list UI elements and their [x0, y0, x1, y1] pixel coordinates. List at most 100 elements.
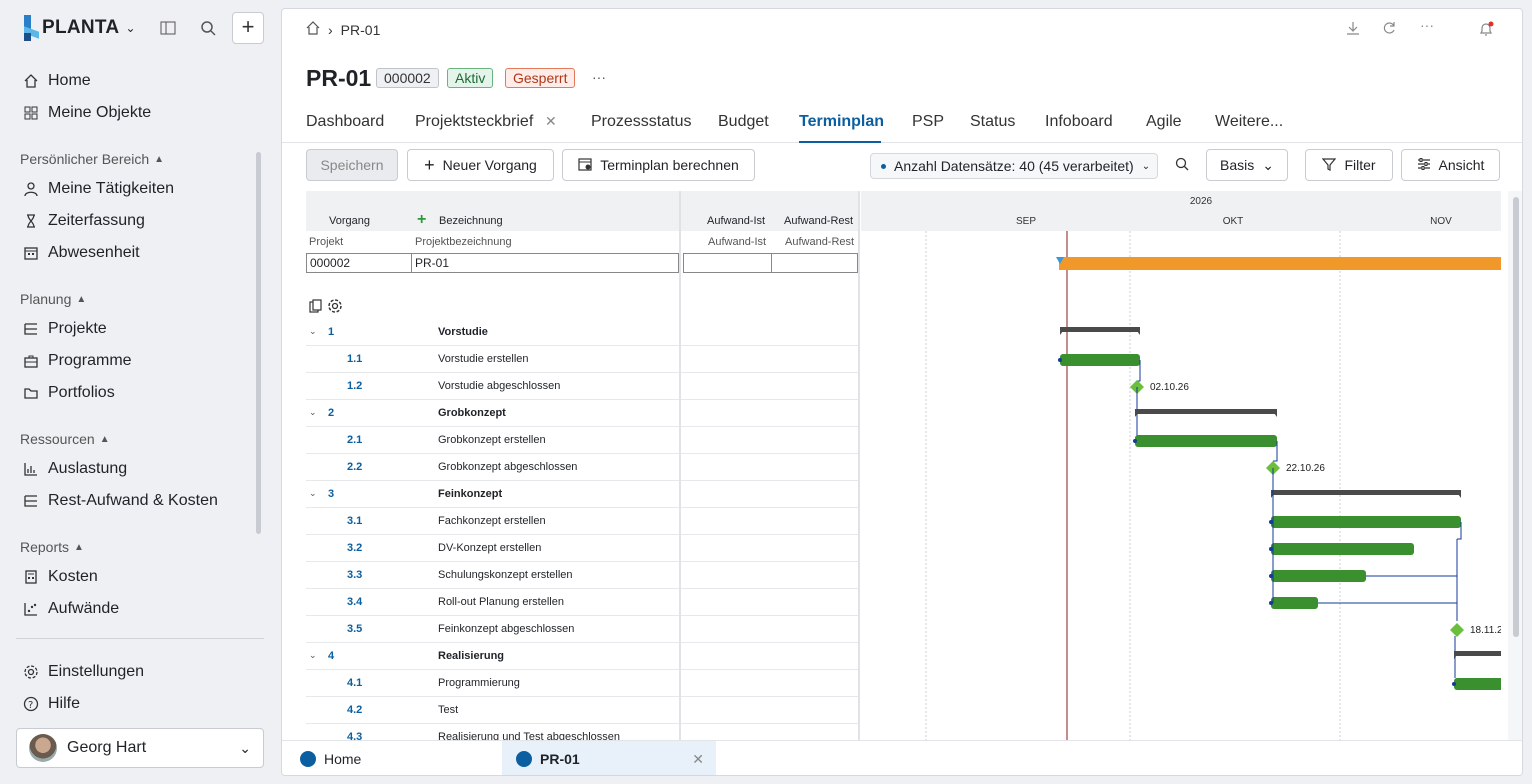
save-button[interactable]: Speichern — [306, 149, 398, 181]
task-description: Grobkonzept — [438, 407, 506, 419]
table-row[interactable]: 3.4 Roll-out Planung erstellen — [306, 589, 859, 616]
table-row[interactable]: 3.1 Fachkonzept erstellen — [306, 508, 859, 535]
table-row[interactable]: 3.2 DV-Konzept erstellen — [306, 535, 859, 562]
gear-icon — [22, 663, 40, 681]
col-aufwand-ist[interactable]: Aufwand-Ist — [707, 215, 765, 227]
tab-weitere[interactable]: Weitere... — [1215, 113, 1283, 131]
aufwand-rest-field[interactable] — [771, 253, 858, 273]
chevron-down-icon[interactable]: ⌄ — [309, 488, 317, 499]
tab-budget[interactable]: Budget — [718, 113, 769, 131]
nav-projekte[interactable]: Projekte — [22, 317, 107, 341]
tab-status[interactable]: Status — [970, 113, 1015, 131]
column-splitter[interactable] — [858, 191, 860, 741]
col-vorgang[interactable]: Vorgang — [329, 215, 370, 227]
close-icon[interactable]: ✕ — [692, 751, 704, 768]
task-description: Vorstudie — [438, 326, 488, 338]
planta-logo[interactable]: PLANTA ⌄ — [22, 14, 136, 42]
col-aufwand-rest[interactable]: Aufwand-Rest — [784, 215, 853, 227]
nav-zeiterfassung[interactable]: Zeiterfassung — [22, 209, 145, 233]
bottom-tab-pr01[interactable]: PR-01 ✕ — [502, 741, 716, 775]
project-name-field[interactable]: PR-01 — [411, 253, 679, 273]
tab-terminplan[interactable]: Terminplan — [799, 113, 884, 131]
sidebar-toggle-icon[interactable] — [158, 18, 178, 38]
column-splitter[interactable] — [679, 191, 681, 741]
refresh-icon[interactable] — [1382, 21, 1396, 38]
table-row[interactable]: ⌄ 3 Feinkonzept — [306, 481, 859, 508]
chevron-down-icon[interactable]: ⌄ — [309, 407, 317, 418]
tab-psp[interactable]: PSP — [912, 113, 944, 131]
col-bezeichnung[interactable]: Bezeichnung — [439, 215, 503, 227]
view-button[interactable]: Ansicht — [1401, 149, 1500, 181]
table-row[interactable]: 1.1 Vorstudie erstellen — [306, 346, 859, 373]
nav-rest-aufwand[interactable]: Rest-Aufwand & Kosten — [22, 489, 218, 513]
tab-infoboard[interactable]: Infoboard — [1045, 113, 1113, 131]
tab-dashboard[interactable]: Dashboard — [306, 113, 384, 131]
task-number: 4.2 — [347, 704, 363, 716]
filter-button[interactable]: Filter — [1305, 149, 1393, 181]
nav-meine-objekte[interactable]: Meine Objekte — [22, 101, 151, 125]
chevron-up-icon: ▲ — [99, 433, 110, 445]
new-task-button[interactable]: + Neuer Vorgang — [407, 149, 554, 181]
avatar — [29, 734, 57, 762]
table-row[interactable]: ⌄ 2 Grobkonzept — [306, 400, 859, 427]
more-icon[interactable]: ··· — [1420, 17, 1434, 33]
chevron-down-icon[interactable]: ⌄ — [309, 326, 317, 337]
table-row[interactable]: 3.5 Feinkonzept abgeschlossen — [306, 616, 859, 643]
grid-scrollbar[interactable] — [1508, 191, 1522, 741]
close-icon[interactable]: ✕ — [545, 113, 557, 130]
table-row[interactable]: 2.2 Grobkonzept abgeschlossen — [306, 454, 859, 481]
table-row[interactable]: ⌄ 4 Realisierung — [306, 643, 859, 670]
nav-portfolios[interactable]: Portfolios — [22, 381, 115, 405]
nav-home[interactable]: Home — [22, 69, 91, 93]
nav-aufwaende[interactable]: Aufwände — [22, 597, 119, 621]
table-row[interactable]: 4.1 Programmierung — [306, 670, 859, 697]
tab-agile[interactable]: Agile — [1146, 113, 1182, 131]
table-row[interactable]: 4.2 Test — [306, 697, 859, 724]
table-row[interactable]: 4.3 Realisierung und Test abgeschlossen — [306, 724, 859, 741]
task-description: Vorstudie abgeschlossen — [438, 380, 561, 392]
download-icon[interactable] — [1346, 21, 1360, 38]
add-row-icon[interactable]: + — [417, 211, 426, 229]
project-tab-icon — [516, 751, 532, 767]
table-row[interactable]: 2.1 Grobkonzept erstellen — [306, 427, 859, 454]
nav-abwesenheit[interactable]: Abwesenheit — [22, 241, 140, 265]
tab-projektsteckbrief[interactable]: Projektsteckbrief — [415, 113, 533, 131]
nav-meine-taetigkeiten[interactable]: Meine Tätigkeiten — [22, 177, 174, 201]
nav-kosten[interactable]: Kosten — [22, 565, 98, 589]
add-button[interactable]: + — [232, 12, 264, 44]
section-planung[interactable]: Planung ▲ — [20, 291, 86, 307]
home-icon[interactable] — [306, 21, 320, 38]
chevron-down-icon[interactable]: ⌄ — [309, 650, 317, 661]
section-persoenlicher-bereich[interactable]: Persönlicher Bereich ▲ — [20, 151, 164, 167]
calculate-schedule-button[interactable]: Terminplan berechnen — [562, 149, 755, 181]
section-reports[interactable]: Reports ▲ — [20, 539, 84, 555]
tab-prozessstatus[interactable]: Prozessstatus — [591, 113, 691, 131]
basis-dropdown[interactable]: Basis ⌄ — [1206, 149, 1288, 181]
nav-hilfe[interactable]: ? Hilfe — [22, 692, 80, 716]
project-more-button[interactable]: ··· — [592, 69, 606, 85]
sidebar-scrollbar[interactable] — [256, 152, 261, 534]
bell-icon[interactable] — [1478, 21, 1494, 40]
nav-einstellungen[interactable]: Einstellungen — [22, 660, 144, 684]
copy-icon[interactable] — [309, 299, 323, 316]
section-ressourcen[interactable]: Ressourcen ▲ — [20, 431, 110, 447]
project-field[interactable]: 000002 — [306, 253, 412, 273]
user-menu[interactable]: Georg Hart ⌄ — [16, 728, 264, 768]
search-icon[interactable] — [1175, 157, 1189, 174]
table-row[interactable]: 1.2 Vorstudie abgeschlossen — [306, 373, 859, 400]
list-tree-icon — [22, 320, 40, 338]
task-number: 2.2 — [347, 461, 363, 473]
search-icon[interactable] — [198, 18, 218, 38]
records-dropdown[interactable]: Anzahl Datensätze: 40 (45 verarbeitet) ⌄ — [870, 153, 1158, 179]
table-row[interactable]: 3.3 Schulungskonzept erstellen — [306, 562, 859, 589]
user-icon — [22, 180, 40, 198]
nav-auslastung[interactable]: Auslastung — [22, 457, 127, 481]
section-title: Reports — [20, 539, 70, 555]
task-number: 4.1 — [347, 677, 363, 689]
gear-icon[interactable] — [327, 298, 343, 317]
table-row[interactable]: ⌄ 1 Vorstudie — [306, 319, 859, 346]
chevron-down-icon: ⌄ — [239, 739, 251, 756]
nav-programme[interactable]: Programme — [22, 349, 132, 373]
bottom-tab-home[interactable]: Home — [300, 741, 361, 775]
aufwand-ist-field[interactable] — [683, 253, 772, 273]
